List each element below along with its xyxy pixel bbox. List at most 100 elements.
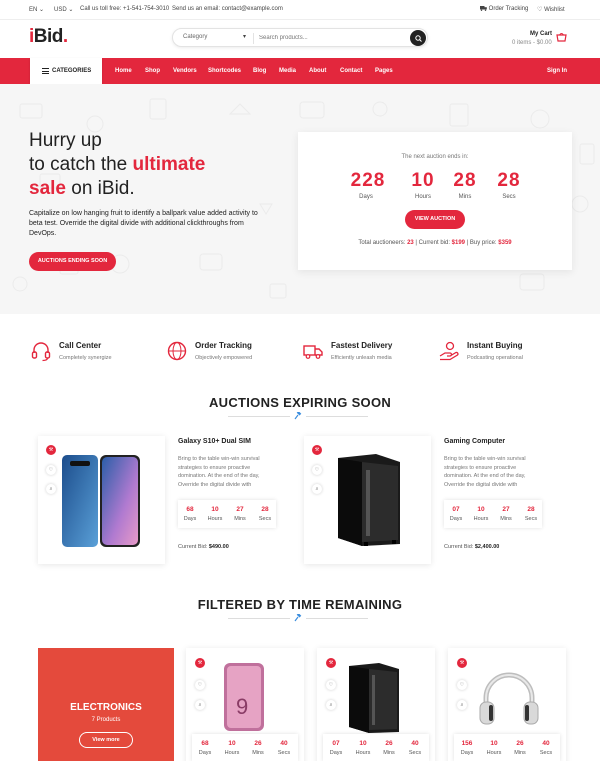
- cd-hours-value: 10: [490, 740, 498, 747]
- gavel-badge-icon[interactable]: ⚒: [195, 658, 205, 668]
- product-countdown-computer: 07 Days 10 Hours 26 Mins 40 Secs: [323, 734, 429, 761]
- gavel-icon: [294, 614, 302, 622]
- nav-shop[interactable]: Shop: [145, 68, 160, 74]
- gaming-computer-image: [338, 454, 400, 546]
- gavel-badge-icon[interactable]: ⚒: [46, 445, 56, 455]
- wishlist-heart-icon[interactable]: ♡: [457, 680, 467, 690]
- categories-label: CATEGORIES: [52, 68, 92, 74]
- gavel-badge-icon[interactable]: ⚒: [326, 658, 336, 668]
- chevron-down-icon: ▾: [243, 34, 247, 40]
- product-countdown-gaming: 07 Days 10 Hours 27 Mins 28 Secs: [444, 500, 542, 528]
- galaxy-phone-image: [62, 455, 140, 547]
- nav-about[interactable]: About: [309, 68, 326, 74]
- feature-fastest-delivery-sub: Efficiently unleash media: [331, 355, 392, 361]
- product-name-gaming[interactable]: Gaming Computer: [444, 438, 505, 445]
- bid-value: $490.00: [208, 544, 229, 550]
- cd-hours-value: 10: [211, 506, 219, 513]
- nav-blog[interactable]: Blog: [253, 68, 266, 74]
- cd-secs-label: Secs: [539, 750, 553, 756]
- product-desc-galaxy: Bring to the table win-win survival stra…: [178, 456, 260, 488]
- cd-secs-label: Secs: [258, 516, 272, 522]
- nav-vendors[interactable]: Vendors: [173, 68, 197, 74]
- electronics-category-banner[interactable]: ELECTRONICS 7 Products View more: [38, 648, 174, 761]
- cd-secs-label: Secs: [524, 516, 538, 522]
- search-category-select[interactable]: Category: [183, 34, 207, 40]
- truck-icon: [303, 345, 323, 359]
- sign-in-link[interactable]: Sign In: [547, 68, 567, 74]
- product-name-galaxy[interactable]: Galaxy S10+ Dual SIM: [178, 438, 251, 445]
- site-logo[interactable]: iBid.: [29, 26, 68, 48]
- logo-dot: .: [62, 26, 68, 47]
- cd-hours-label: Hours: [473, 516, 489, 522]
- language-selector[interactable]: EN ⌄: [29, 6, 44, 13]
- quick-view-search-icon[interactable]: ⌕: [312, 484, 322, 494]
- wishlist-heart-icon[interactable]: ♡: [326, 680, 336, 690]
- buy-price-label: | Buy price:: [465, 240, 499, 246]
- quick-view-search-icon[interactable]: ⌕: [326, 700, 336, 710]
- cd-days-value: 07: [452, 506, 460, 513]
- product-countdown-headphones: 156 Days 10 Hours 26 Mins 40 Secs: [454, 734, 560, 761]
- countdown-secs-label: Secs: [502, 194, 516, 200]
- cart-icon[interactable]: [556, 33, 567, 42]
- bid-value: $2,400.00: [474, 544, 500, 550]
- product-countdown-galaxy: 68 Days 10 Hours 27 Mins 28 Secs: [178, 500, 276, 528]
- nav-home[interactable]: Home: [115, 68, 132, 74]
- language-label: EN: [29, 7, 38, 13]
- categories-button[interactable]: CATEGORIES: [30, 58, 102, 84]
- wishlist-heart-icon[interactable]: ♡: [312, 465, 322, 475]
- auctions-ending-soon-button[interactable]: AUCTIONS ENDING SOON: [29, 252, 116, 271]
- product-image-card-galaxy[interactable]: ⚒ ♡ ⌕: [38, 436, 165, 564]
- wishlist-link[interactable]: ♡ Wishlist: [537, 6, 565, 13]
- cd-days-value: 68: [201, 740, 209, 747]
- currency-selector[interactable]: USD ⌄: [54, 6, 73, 13]
- cart-summary: 0 items - $0.00: [512, 40, 552, 46]
- search-button[interactable]: [410, 30, 426, 46]
- wishlist-heart-icon[interactable]: ♡: [195, 680, 205, 690]
- section-filtered-by-time-title: FILTERED BY TIME REMAINING: [197, 597, 403, 612]
- cd-secs-value: 28: [261, 506, 269, 513]
- quick-view-search-icon[interactable]: ⌕: [195, 700, 205, 710]
- view-more-button[interactable]: View more: [79, 732, 133, 748]
- logo-text: Bid: [33, 26, 64, 47]
- cd-days-label: Days: [460, 750, 474, 756]
- cd-hours-label: Hours: [355, 750, 371, 756]
- countdown-days-label: Days: [359, 194, 373, 200]
- cd-secs-value: 40: [411, 740, 419, 747]
- cd-mins-label: Mins: [252, 750, 264, 756]
- quick-view-search-icon[interactable]: ⌕: [457, 700, 467, 710]
- nav-contact[interactable]: Contact: [340, 68, 362, 74]
- quick-view-search-icon[interactable]: ⌕: [46, 484, 56, 494]
- cd-secs-value: 40: [542, 740, 550, 747]
- cd-days-label: Days: [329, 750, 343, 756]
- search-input[interactable]: [259, 32, 399, 44]
- nav-shortcodes[interactable]: Shortcodes: [208, 68, 241, 74]
- product-card-computer[interactable]: ⚒ ♡ ⌕ 07 Days 10 Hours 26 Mins 40 Secs: [317, 648, 435, 761]
- view-auction-button[interactable]: VIEW AUCTION: [405, 210, 465, 229]
- gavel-badge-icon[interactable]: ⚒: [312, 445, 322, 455]
- current-bid-value: $199: [451, 240, 466, 246]
- product-desc-gaming: Bring to the table win-win survival stra…: [444, 456, 526, 488]
- currency-label: USD: [54, 7, 67, 13]
- email-text: Send us an email: contact@example.com: [172, 6, 283, 12]
- feature-instant-buying-title: Instant Buying: [467, 341, 523, 350]
- gavel-badge-icon[interactable]: ⚒: [457, 658, 467, 668]
- product-card-phone[interactable]: ⚒ ♡ ⌕ 9 68 Days 10 Hours 26 Mins 40 Secs: [186, 648, 304, 761]
- product-card-headphones[interactable]: ⚒ ♡ ⌕ 156 Days 10 Hours 26 Mins 40 Secs: [448, 648, 566, 761]
- section-divider-right: [306, 618, 368, 619]
- cart-title[interactable]: My Cart: [530, 31, 552, 37]
- cd-mins-value: 27: [502, 506, 510, 513]
- search-icon: [414, 34, 422, 42]
- section-divider-left: [228, 618, 290, 619]
- cd-hours-label: Hours: [207, 516, 223, 522]
- order-tracking-link[interactable]: Order Tracking: [480, 6, 528, 12]
- section-divider-left: [228, 416, 290, 417]
- menu-icon: [42, 68, 49, 74]
- cd-mins-label: Mins: [500, 516, 512, 522]
- search-bar: Category ▾: [172, 28, 428, 47]
- feature-call-center-title: Call Center: [59, 341, 102, 350]
- product-image-card-gaming[interactable]: ⚒ ♡ ⌕: [304, 436, 431, 564]
- nav-pages[interactable]: Pages: [375, 68, 393, 74]
- cd-days-value: 68: [186, 506, 194, 513]
- wishlist-heart-icon[interactable]: ♡: [46, 465, 56, 475]
- nav-media[interactable]: Media: [279, 68, 296, 74]
